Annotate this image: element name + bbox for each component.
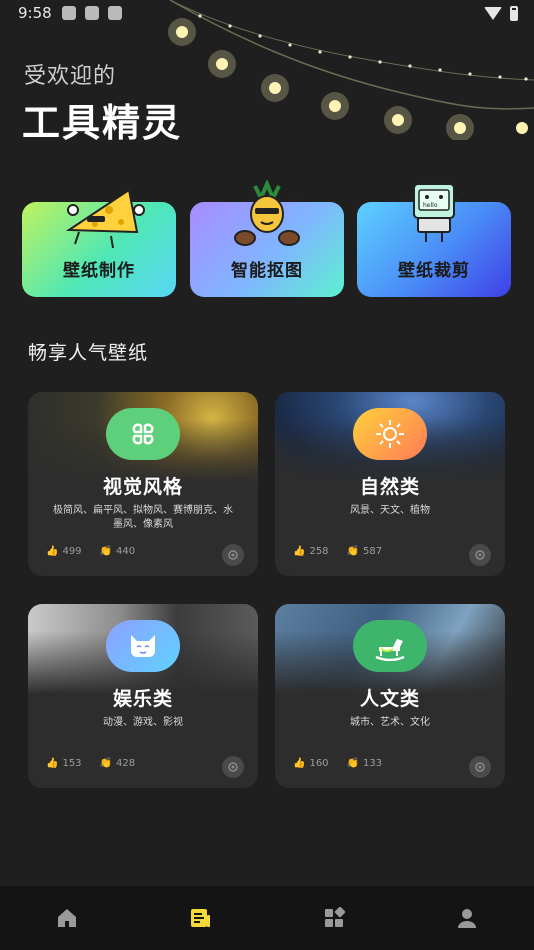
like-count: 153: [62, 758, 82, 769]
tab-profile[interactable]: [401, 886, 534, 950]
settings-icon: [475, 762, 485, 772]
category-card-culture[interactable]: 人文类 城市、艺术、文化 👍 160 👏 133: [275, 604, 505, 788]
header-title: 工具精灵: [22, 101, 183, 145]
notification-icons: [62, 6, 122, 20]
thumbs-up-icon: 👍: [46, 758, 59, 769]
grid-icon: [324, 907, 345, 927]
tab-grid[interactable]: [267, 886, 401, 950]
header-subtitle: 受欢迎的: [24, 64, 117, 89]
tool-card-wallpaper-crop[interactable]: hello 壁纸裁剪: [357, 183, 511, 297]
user-icon: [458, 909, 477, 928]
category-name: 视觉风格: [102, 476, 183, 498]
tool-card-wallpaper-make[interactable]: 壁纸制作: [22, 188, 176, 297]
four-petal-icon: [106, 408, 180, 460]
like-stat[interactable]: 👍 499: [46, 546, 82, 557]
category-stats: 👍 153 👏 428: [46, 758, 149, 769]
status-time: 9:58: [18, 4, 52, 22]
settings-notification-icon: [62, 6, 76, 20]
tab-notes[interactable]: [134, 886, 268, 950]
category-stats: 👍 258 👏 587: [293, 546, 396, 557]
svg-text:✦: ✦: [293, 192, 302, 205]
clap-stat[interactable]: 👏 428: [100, 758, 136, 769]
clap-icon: 👏: [99, 758, 112, 769]
download-notification-icon: [108, 6, 122, 20]
home-icon: [57, 909, 76, 927]
category-card-visual-style[interactable]: 视觉风格 极简风、扁平风、拟物风、赛博朋克、水墨风、像素风 👍 499 👏 440: [28, 392, 258, 576]
settings-icon: [228, 550, 238, 560]
category-card-nature[interactable]: 自然类 风景、天文、植物 👍 258 👏 587: [275, 392, 505, 576]
like-stat[interactable]: 👍 160: [293, 758, 329, 769]
string-lights-decoration: [168, 0, 534, 140]
category-stats: 👍 160 👏 133: [293, 758, 396, 769]
clap-count: 428: [116, 758, 136, 769]
clap-count: 587: [363, 546, 383, 557]
tool-label: 壁纸制作: [63, 261, 135, 281]
category-description: 动漫、游戏、影视: [103, 717, 183, 728]
clap-icon: 👏: [346, 546, 359, 557]
category-name: 自然类: [359, 476, 420, 498]
category-stats: 👍 499 👏 440: [46, 546, 149, 557]
clap-stat[interactable]: 👏 133: [347, 758, 383, 769]
tool-card-smart-cutout[interactable]: ✦ 智能抠图: [190, 180, 344, 297]
clap-stat[interactable]: 👏 440: [100, 546, 136, 557]
like-count: 258: [309, 546, 329, 557]
tab-home[interactable]: [0, 886, 134, 950]
category-description: 极简风、扁平风、拟物风、赛博朋克、水墨风、像素风: [53, 505, 233, 530]
thumbs-up-icon: 👍: [46, 546, 59, 557]
rocking-horse-icon: [353, 620, 427, 672]
like-stat[interactable]: 👍 258: [293, 546, 329, 557]
more-button[interactable]: [222, 544, 244, 566]
more-button[interactable]: [222, 756, 244, 778]
more-button[interactable]: [469, 544, 491, 566]
thumbs-up-icon: 👍: [293, 758, 306, 769]
sun-icon: [353, 408, 427, 460]
section-title: 畅享人气壁纸: [28, 342, 149, 364]
category-description: 风景、天文、植物: [350, 505, 430, 516]
computer-hello-icon: hello: [403, 183, 465, 242]
tool-label: 智能抠图: [231, 261, 303, 281]
clap-stat[interactable]: 👏 587: [347, 546, 383, 557]
more-button[interactable]: [469, 756, 491, 778]
tool-label: 壁纸裁剪: [398, 261, 470, 281]
clap-count: 440: [116, 546, 136, 557]
app-notification-icon: [85, 6, 99, 20]
thumbs-up-icon: 👍: [293, 546, 306, 557]
svg-text:hello: hello: [423, 202, 438, 209]
clap-icon: 👏: [99, 546, 112, 557]
notes-icon: [191, 909, 211, 927]
pineapple-drummer-icon: ✦: [234, 180, 302, 246]
cheese-mascot-icon: [65, 188, 145, 249]
category-name: 娱乐类: [112, 688, 173, 710]
clap-icon: 👏: [346, 758, 359, 769]
category-card-entertainment[interactable]: 娱乐类 动漫、游戏、影视 👍 153 👏 428: [28, 604, 258, 788]
like-stat[interactable]: 👍 153: [46, 758, 82, 769]
category-name: 人文类: [359, 688, 420, 710]
like-count: 160: [309, 758, 329, 769]
settings-icon: [228, 762, 238, 772]
cat-face-icon: [106, 620, 180, 672]
settings-icon: [475, 550, 485, 560]
category-description: 城市、艺术、文化: [350, 717, 430, 728]
clap-count: 133: [363, 758, 383, 769]
like-count: 499: [62, 546, 82, 557]
bottom-tab-bar: [0, 886, 534, 950]
